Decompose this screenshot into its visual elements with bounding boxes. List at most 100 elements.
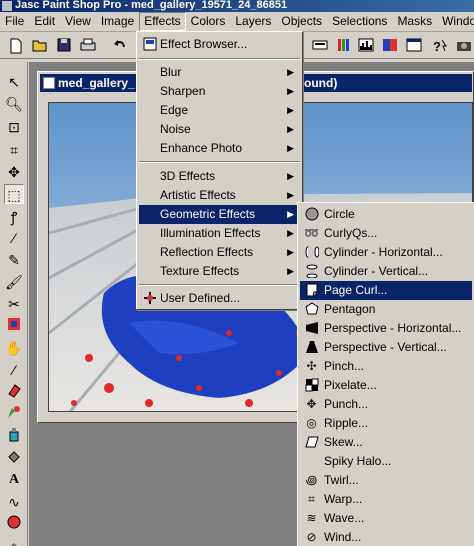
submenu-item-twirl[interactable]: ꩜ Twirl... — [300, 471, 472, 490]
submenu-item-circle[interactable]: Circle — [300, 205, 472, 224]
picture-tube-icon[interactable] — [4, 404, 24, 424]
eraser-tool-icon[interactable] — [4, 382, 24, 402]
menu-edit[interactable]: Edit — [29, 12, 60, 31]
submenu-item-skew[interactable]: Skew... — [300, 433, 472, 452]
freehand-tool-icon[interactable]: ꝭ — [4, 207, 24, 227]
menu-selections[interactable]: Selections — [327, 12, 392, 31]
submenu-item-wave[interactable]: ≋ Wave... — [300, 509, 472, 528]
menu-separator — [139, 284, 300, 286]
dropper-tool-icon[interactable]: ✎ — [4, 250, 24, 270]
menu-item-user-defined[interactable]: User Defined... — [139, 289, 300, 308]
submenu-item-pinch[interactable]: ✣ Pinch... — [300, 357, 472, 376]
deform-tool-icon[interactable]: ⊡ — [4, 117, 24, 137]
submenu-item-punch[interactable]: ✥ Punch... — [300, 395, 472, 414]
cylinder-horizontal-label: Cylinder - Horizontal... — [324, 245, 443, 259]
effect-browser-item[interactable]: Effect Browser... — [139, 35, 300, 54]
submenu-item-perspective-vertical[interactable]: Perspective - Vertical... — [300, 338, 472, 357]
skew-label: Skew... — [324, 435, 363, 449]
wind-icon: ⊘ — [306, 530, 317, 544]
submenu-item-pentagon[interactable]: Pentagon — [300, 300, 472, 319]
spiky-halo-icon — [304, 454, 319, 469]
undo-icon[interactable] — [110, 36, 130, 56]
menu-item-texture-effects[interactable]: Texture Effects ▶ — [139, 262, 300, 281]
punch-icon: ✥ — [306, 397, 317, 411]
effect-browser-label: Effect Browser... — [160, 37, 248, 51]
menu-item-illumination-effects[interactable]: Illumination Effects ▶ — [139, 224, 300, 243]
ripple-icon: ◎ — [306, 416, 317, 430]
menu-effects[interactable]: Effects — [139, 12, 186, 31]
menu-item-blur[interactable]: Blur ▶ — [139, 63, 300, 82]
document-icon — [43, 77, 55, 89]
menu-view[interactable]: View — [60, 12, 96, 31]
help-icon[interactable]: ? — [430, 36, 450, 56]
menu-item-edge[interactable]: Edge ▶ — [139, 101, 300, 120]
perspective-vertical-icon — [304, 340, 319, 355]
retouch-tool-icon[interactable]: ✋ — [4, 338, 24, 358]
submenu-item-pixelate[interactable]: Pixelate... — [300, 376, 472, 395]
histogram-icon[interactable] — [356, 36, 376, 56]
submenu-item-wind[interactable]: ⊘ Wind... — [300, 528, 472, 546]
move-tool-icon[interactable]: ✥ — [4, 162, 24, 182]
crop-tool-icon[interactable]: ⌗ — [4, 140, 24, 160]
menu-item-enhance-photo[interactable]: Enhance Photo ▶ — [139, 139, 300, 158]
noise-label: Noise — [160, 122, 191, 136]
menu-item-geometric-effects[interactable]: Geometric Effects ▶ — [139, 205, 300, 224]
svg-text:?: ? — [433, 39, 441, 54]
clone-brush-icon[interactable]: ✂ — [4, 294, 24, 314]
submenu-item-page-curl[interactable]: Page Curl... — [300, 281, 472, 300]
menu-item-sharpen[interactable]: Sharpen ▶ — [139, 82, 300, 101]
airbrush-icon[interactable] — [4, 426, 24, 446]
submenu-item-cylinder-horizontal[interactable]: Cylinder - Horizontal... — [300, 243, 472, 262]
selection-tool-icon[interactable]: ⬚ — [4, 184, 24, 204]
document-title: med_gallery_ — [58, 76, 135, 90]
camera-icon[interactable] — [454, 36, 474, 56]
text-tool-icon[interactable]: A — [4, 470, 24, 490]
menu-item-artistic-effects[interactable]: Artistic Effects ▶ — [139, 186, 300, 205]
warp-icon: ⌗ — [308, 492, 315, 506]
toolbar-toggle-icon[interactable] — [310, 36, 330, 56]
open-folder-icon[interactable] — [30, 36, 50, 56]
color-replacer-icon[interactable] — [4, 316, 24, 336]
submenu-item-cylinder-vertical[interactable]: Cylinder - Vertical... — [300, 262, 472, 281]
menu-colors[interactable]: Colors — [186, 12, 231, 31]
menu-image[interactable]: Image — [96, 12, 139, 31]
vector-object-icon[interactable]: ⌖ — [4, 536, 24, 546]
preset-shapes-icon[interactable] — [4, 514, 24, 534]
scratch-remover-icon[interactable]: ⁄ — [4, 360, 24, 380]
menu-objects[interactable]: Objects — [276, 12, 327, 31]
submenu-arrow-icon: ▶ — [287, 247, 294, 257]
overview-window-icon[interactable] — [404, 36, 424, 56]
arrow-tool-icon[interactable]: ↖ — [4, 72, 24, 92]
paintbrush-tool-icon[interactable]: 🖌︎ — [4, 272, 24, 292]
punch-label: Punch... — [324, 397, 369, 411]
submenu-item-perspective-horizontal[interactable]: Perspective - Horizontal... — [300, 319, 472, 338]
zoom-tool-icon[interactable]: 🔍︎ — [4, 94, 24, 114]
draw-tool-icon[interactable]: ∿ — [4, 492, 24, 512]
app-titlebar: Jasc Paint Shop Pro - med_gallery_19571_… — [0, 0, 474, 12]
submenu-item-spiky-halo[interactable]: Spiky Halo... — [300, 452, 472, 471]
menu-layers[interactable]: Layers — [230, 12, 276, 31]
menu-masks[interactable]: Masks — [392, 12, 437, 31]
new-file-icon[interactable] — [6, 36, 26, 56]
menu-file[interactable]: File — [0, 12, 29, 31]
blur-label: Blur — [160, 65, 182, 79]
print-icon[interactable] — [78, 36, 98, 56]
layer-palette-icon[interactable] — [380, 36, 400, 56]
menu-window[interactable]: Window — [437, 12, 474, 31]
color-palette-icon[interactable] — [334, 36, 354, 56]
save-icon[interactable] — [54, 36, 74, 56]
perspective-horizontal-icon — [304, 321, 319, 336]
submenu-item-warp[interactable]: ⌗ Warp... — [300, 490, 472, 509]
pixelate-icon — [304, 378, 319, 393]
menu-item-reflection-effects[interactable]: Reflection Effects ▶ — [139, 243, 300, 262]
magic-wand-icon[interactable]: ⁄ — [4, 228, 24, 248]
submenu-item-ripple[interactable]: ◎ Ripple... — [300, 414, 472, 433]
menu-item-noise[interactable]: Noise ▶ — [139, 120, 300, 139]
submenu-arrow-icon: ▶ — [287, 67, 294, 77]
user-defined-label: User Defined... — [160, 291, 241, 305]
submenu-arrow-icon: ▶ — [287, 124, 294, 134]
flood-fill-icon[interactable] — [4, 449, 24, 469]
app-icon — [2, 1, 12, 11]
submenu-item-curlyqs[interactable]: ➿ CurlyQs... — [300, 224, 472, 243]
menu-item-3d-effects[interactable]: 3D Effects ▶ — [139, 167, 300, 186]
